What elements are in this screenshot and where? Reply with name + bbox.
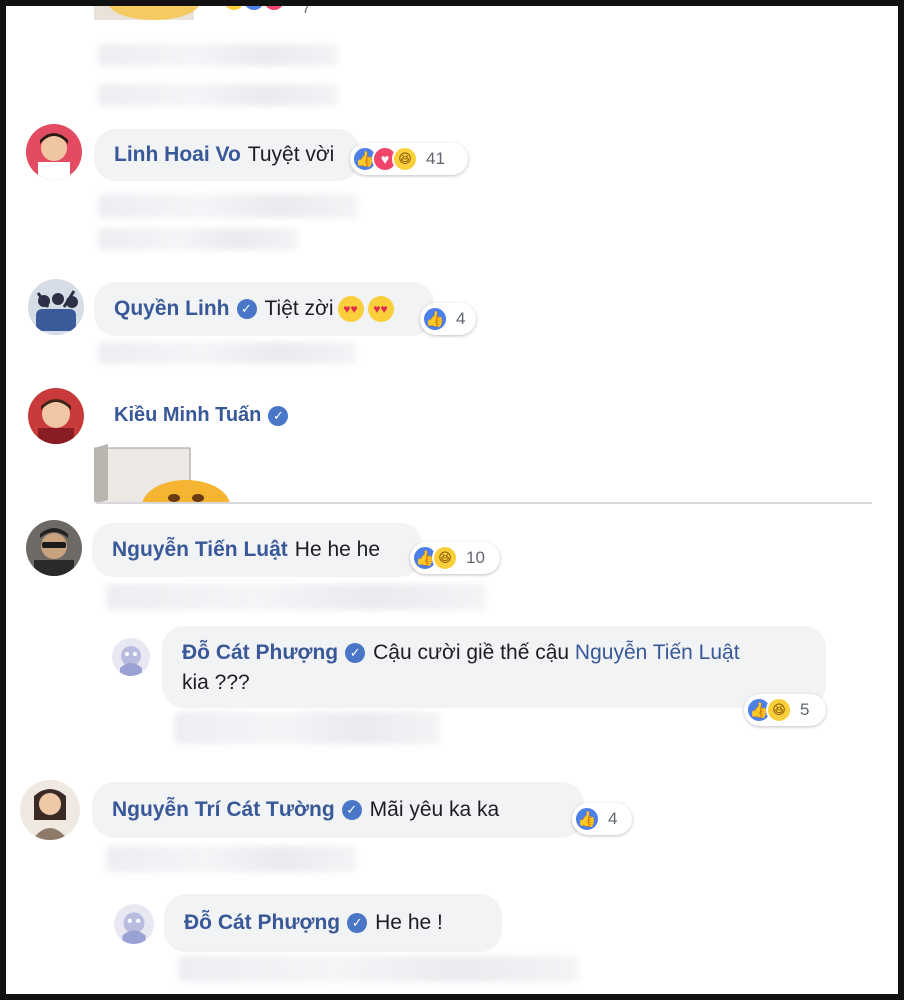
reaction-summary[interactable]: 👍 😆 10 — [410, 542, 500, 574]
comment-author[interactable]: Quyền Linh — [114, 297, 230, 321]
comment-bubble: Nguyễn Tiến Luật He he he — [92, 523, 422, 577]
section-divider — [96, 502, 872, 504]
reaction-count: 10 — [466, 548, 485, 567]
haha-icon: 😆 — [392, 146, 418, 172]
comment-actions-blurred — [98, 342, 356, 364]
haha-icon: 😆 — [432, 545, 458, 571]
like-icon: 👍 — [574, 806, 600, 832]
verified-badge-icon: ✓ — [341, 800, 362, 820]
comment-author[interactable]: Kiều Minh Tuấn — [114, 404, 261, 427]
avatar-linh-hoai-vo — [26, 124, 82, 180]
reply-bubble: Đỗ Cát Phượng ✓ Cậu cười giề thế cậu Nguyễ… — [162, 626, 826, 708]
avatar-do-cat-phuong — [112, 638, 150, 676]
reaction-count: 41 — [426, 149, 445, 168]
verified-badge-icon: ✓ — [347, 913, 368, 933]
comment-text: Cậu cười giề thế cậu — [373, 641, 570, 664]
avatar[interactable] — [26, 520, 82, 576]
comment-author[interactable]: Linh Hoai Vo — [114, 143, 241, 167]
verified-badge-icon: ✓ — [345, 643, 366, 664]
reaction-summary[interactable]: 👍 4 — [420, 303, 476, 335]
comment-actions-blurred — [98, 44, 338, 66]
avatar-do-cat-phuong — [114, 904, 154, 944]
comment-bubble: Linh Hoai Vo Tuyệt vời — [94, 129, 360, 181]
comment-author[interactable]: Nguyễn Tiến Luật — [112, 538, 288, 562]
sticker-image — [94, 444, 230, 502]
mention-link[interactable]: Nguyễn Tiến Luật — [575, 641, 740, 664]
avatar[interactable] — [114, 904, 154, 944]
reaction-count: 4 — [608, 809, 618, 828]
comment-author[interactable]: Đỗ Cát Phượng — [184, 911, 340, 935]
comment-text: Tiệt zời — [264, 297, 334, 320]
avatar-nguyen-tien-luat — [26, 520, 82, 576]
comment-author[interactable]: Đỗ Cát Phượng — [182, 641, 338, 664]
comment-text: Mãi yêu ka ka — [369, 798, 500, 821]
sticker-partial-top-drawing — [94, 6, 282, 20]
reaction-count: 4 — [456, 309, 466, 328]
avatar[interactable] — [20, 780, 80, 840]
avatar[interactable] — [28, 279, 84, 335]
comment-bubble: Quyền Linh ✓ Tiệt zời ♥♥ ♥♥ — [94, 282, 434, 336]
comment-actions-blurred — [98, 228, 298, 250]
avatar-nguyen-tri-cat-tuong — [20, 780, 80, 840]
comment-text: kia ??? — [182, 671, 250, 694]
heart-eyes-emoji-icon: ♥♥ — [337, 296, 364, 322]
reaction-summary[interactable]: 👍 4 — [572, 803, 632, 835]
comment-text: He he ! — [375, 911, 443, 934]
haha-icon: 😆 — [766, 697, 792, 723]
comment-actions-blurred — [174, 712, 440, 744]
screenshot-frame: 7 Linh Hoai Vo Tuyệt vời 👍 ♥ 😆 41 Quyền … — [0, 0, 904, 1000]
comment-bubble: Nguyễn Trí Cát Tường ✓ Mãi yêu ka ka — [92, 782, 584, 838]
comment-actions-blurred — [106, 846, 356, 872]
comment-text: Tuyệt vời — [247, 143, 335, 166]
sticker-partial-top — [94, 6, 304, 28]
avatar[interactable] — [28, 388, 84, 444]
partial-reaction-count: 7 — [302, 0, 311, 17]
reply-bubble: Đỗ Cát Phượng ✓ He he ! — [164, 894, 502, 952]
reaction-count: 5 — [800, 700, 810, 719]
avatar-quyen-linh — [28, 279, 84, 335]
comment-actions-blurred — [98, 84, 338, 106]
sticker-attachment[interactable] — [94, 444, 234, 502]
comment-actions-blurred — [178, 956, 578, 982]
heart-eyes-emoji-icon: ♥♥ — [367, 296, 394, 322]
avatar[interactable] — [26, 124, 82, 180]
avatar-kieu-minh-tuan — [28, 388, 84, 444]
comment-header: Kiều Minh Tuấn ✓ — [114, 404, 296, 427]
reaction-summary[interactable]: 👍 ♥ 😆 41 — [350, 143, 468, 175]
reaction-summary[interactable]: 👍 😆 5 — [744, 694, 826, 726]
comment-author[interactable]: Nguyễn Trí Cát Tường — [112, 798, 335, 822]
comment-actions-blurred — [98, 194, 358, 218]
avatar[interactable] — [112, 638, 150, 676]
comment-text: He he he — [294, 538, 381, 561]
verified-badge-icon: ✓ — [236, 299, 257, 319]
comment-actions-blurred — [106, 584, 486, 610]
like-icon: 👍 — [422, 306, 448, 332]
verified-badge-icon: ✓ — [268, 405, 289, 426]
